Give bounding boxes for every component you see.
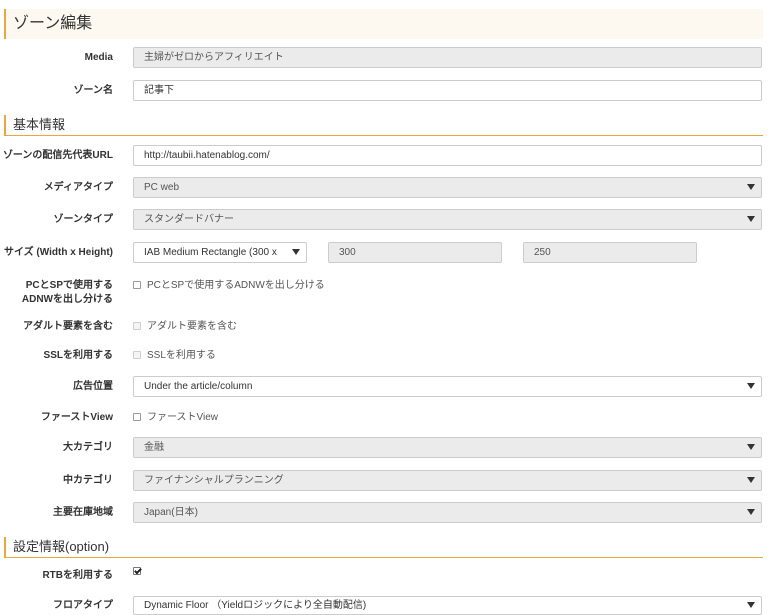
floor-type-select[interactable]: Dynamic Floor （Yieldロジックにより全自動配信) xyxy=(133,596,762,615)
first-view-checkbox[interactable]: ファーストView xyxy=(133,411,218,425)
zone-type-select: スタンダードバナー xyxy=(133,209,762,230)
ad-position-select[interactable]: Under the article/column xyxy=(133,376,762,397)
category-large-select: 金融 xyxy=(133,437,762,458)
chevron-down-icon xyxy=(747,477,755,483)
ssl-label: SSLを利用する xyxy=(43,350,113,361)
section-basic-info: 基本情報 xyxy=(4,115,763,136)
ad-position-selected: Under the article/column xyxy=(144,381,253,392)
checkbox-box xyxy=(133,351,141,360)
chevron-down-icon xyxy=(747,383,755,389)
checkbox-box[interactable] xyxy=(133,281,141,290)
first-view-row: ファーストView ファーストView xyxy=(0,411,763,425)
section-basic-title: 基本情報 xyxy=(13,117,66,132)
zone-name-value: 記事下 xyxy=(144,85,174,96)
region-select: Japan(日本) xyxy=(133,502,762,523)
media-type-label: メディアタイプ xyxy=(43,182,113,193)
rtb-row: RTBを利用する xyxy=(0,567,763,583)
chevron-down-icon xyxy=(747,216,755,222)
first-view-label: ファーストView xyxy=(40,412,113,423)
category-mid-label: 中カテゴリ xyxy=(63,475,113,486)
media-value: 主婦がゼロからアフィリエイト xyxy=(144,52,284,63)
size-height-value: 250 xyxy=(534,247,551,258)
check-icon[interactable] xyxy=(133,567,141,576)
ssl-option-text: SSLを利用する xyxy=(147,350,216,361)
adult-label: アダルト要素を含む xyxy=(23,321,113,332)
pc-sp-split-option-text: PCとSPで使用するADNWを出し分ける xyxy=(147,280,325,291)
chevron-down-icon xyxy=(747,509,755,515)
first-view-option-text: ファーストView xyxy=(147,412,218,423)
pc-sp-split-row: PCとSPで使用する ADNWを出し分ける PCとSPで使用するADNWを出し分け… xyxy=(0,279,763,307)
floor-type-selected: Dynamic Floor （Yieldロジックにより全自動配信) xyxy=(144,600,367,611)
region-row: 主要在庫地域 Japan(日本) xyxy=(0,502,763,523)
category-mid-select: ファイナンシャルプランニング xyxy=(133,470,762,491)
page-title: ゾーン編集 xyxy=(13,15,93,32)
ssl-checkbox: SSLを利用する xyxy=(133,349,216,363)
size-label: サイズ (Width x Height) xyxy=(3,247,113,258)
size-preset-select[interactable]: IAB Medium Rectangle (300 x xyxy=(133,242,307,263)
chevron-down-icon xyxy=(292,249,300,255)
rtb-label: RTBを利用する xyxy=(42,570,113,581)
media-type-row: メディアタイプ PC web xyxy=(0,177,763,198)
media-type-selected: PC web xyxy=(144,182,180,193)
checkbox-box[interactable] xyxy=(133,413,141,422)
category-mid-selected: ファイナンシャルプランニング xyxy=(144,475,284,486)
section-settings: 設定情報(option) xyxy=(4,537,763,558)
size-width-value: 300 xyxy=(339,247,356,258)
ad-position-label: 広告位置 xyxy=(73,381,113,392)
category-large-row: 大カテゴリ 金融 xyxy=(0,437,763,458)
rtb-checkbox[interactable] xyxy=(133,565,147,579)
category-large-label: 大カテゴリ xyxy=(63,442,113,453)
zone-type-row: ゾーンタイプ スタンダードバナー xyxy=(0,209,763,230)
ssl-row: SSLを利用する SSLを利用する xyxy=(0,349,763,363)
floor-type-label: フロアタイプ xyxy=(53,600,113,611)
media-label: Media xyxy=(84,52,113,63)
region-label: 主要在庫地域 xyxy=(53,507,113,518)
pc-sp-split-checkbox[interactable]: PCとSPで使用するADNWを出し分ける xyxy=(133,279,325,293)
adult-checkbox: アダルト要素を含む xyxy=(133,320,237,334)
pc-sp-split-label-line1: PCとSPで使用する xyxy=(25,280,113,291)
checkbox-box xyxy=(133,322,141,331)
url-value: http://taubii.hatenablog.com/ xyxy=(144,150,270,161)
page-header: ゾーン編集 xyxy=(4,9,763,39)
zone-type-selected: スタンダードバナー xyxy=(144,214,234,225)
zone-name-row: ゾーン名 記事下 xyxy=(0,80,763,101)
zone-type-label: ゾーンタイプ xyxy=(53,214,114,225)
pc-sp-split-label: PCとSPで使用する ADNWを出し分ける xyxy=(0,279,113,307)
pc-sp-split-label-line2: ADNWを出し分ける xyxy=(21,294,113,305)
floor-type-row: フロアタイプ Dynamic Floor （Yieldロジックにより全自動配信) xyxy=(0,596,763,615)
size-width-input: 300 xyxy=(328,242,502,263)
zone-name-input[interactable]: 記事下 xyxy=(133,80,762,101)
ad-position-row: 広告位置 Under the article/column xyxy=(0,376,763,397)
size-row: サイズ (Width x Height) IAB Medium Rectangl… xyxy=(0,242,763,263)
chevron-down-icon xyxy=(747,444,755,450)
url-label: ゾーンの配信先代表URL xyxy=(2,150,113,161)
region-selected: Japan(日本) xyxy=(144,507,198,518)
adult-row: アダルト要素を含む アダルト要素を含む xyxy=(0,320,763,334)
zone-name-label: ゾーン名 xyxy=(73,85,114,96)
category-mid-row: 中カテゴリ ファイナンシャルプランニング xyxy=(0,470,763,491)
media-type-select: PC web xyxy=(133,177,762,198)
size-height-input: 250 xyxy=(523,242,697,263)
media-row: Media 主婦がゼロからアフィリエイト xyxy=(0,47,763,68)
chevron-down-icon xyxy=(747,602,755,608)
chevron-down-icon xyxy=(747,184,755,190)
media-input: 主婦がゼロからアフィリエイト xyxy=(133,47,762,68)
category-large-selected: 金融 xyxy=(144,442,164,453)
size-preset-selected: IAB Medium Rectangle (300 x xyxy=(144,247,277,258)
adult-option-text: アダルト要素を含む xyxy=(147,321,237,332)
url-input[interactable]: http://taubii.hatenablog.com/ xyxy=(133,145,762,166)
section-settings-title: 設定情報(option) xyxy=(13,539,110,554)
url-row: ゾーンの配信先代表URL http://taubii.hatenablog.co… xyxy=(0,145,763,166)
